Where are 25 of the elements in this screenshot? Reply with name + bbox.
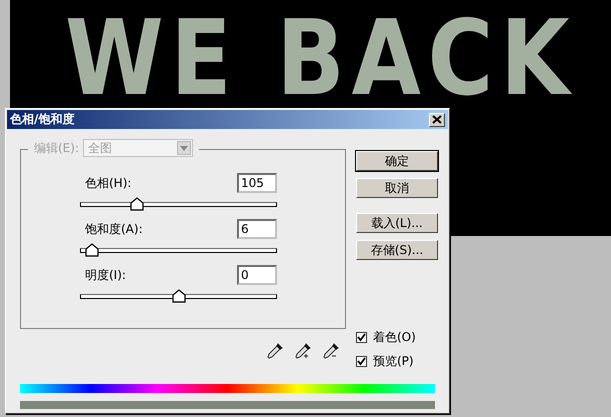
slider-label: 明度(I): [85, 266, 126, 284]
value-field[interactable]: 6 [237, 219, 277, 239]
slider-label: 色相(H): [85, 174, 132, 192]
value-field[interactable]: 105 [237, 173, 277, 193]
eyedropper-icon[interactable] [266, 342, 284, 360]
close-icon [432, 115, 442, 124]
dialog-button[interactable]: 载入(L)... [356, 213, 438, 233]
checkbox[interactable] [356, 356, 367, 367]
slider-label: 饱和度(A): [85, 220, 143, 238]
eyedropper-plus-icon[interactable] [294, 342, 312, 360]
checkbox[interactable] [356, 332, 367, 343]
checkbox-label: 着色(O) [373, 329, 416, 346]
checkbox-label: 预览(P) [373, 353, 414, 370]
eyedropper-minus-icon[interactable] [322, 342, 340, 360]
edit-label: 编辑(E): [34, 140, 79, 156]
slider-thumb[interactable] [84, 243, 99, 257]
dialog-button[interactable]: 确定 [356, 151, 438, 171]
dialog-button[interactable]: 取消 [356, 178, 438, 198]
close-button[interactable] [429, 112, 445, 126]
slider-thumb[interactable] [130, 197, 144, 211]
dialog-button[interactable]: 存储(S)... [356, 240, 438, 260]
value-field[interactable]: 0 [237, 265, 277, 285]
window-title: 色相/饱和度 [10, 111, 74, 128]
canvas-text: WE BACK [65, 6, 576, 110]
slider-thumb[interactable] [172, 289, 186, 303]
